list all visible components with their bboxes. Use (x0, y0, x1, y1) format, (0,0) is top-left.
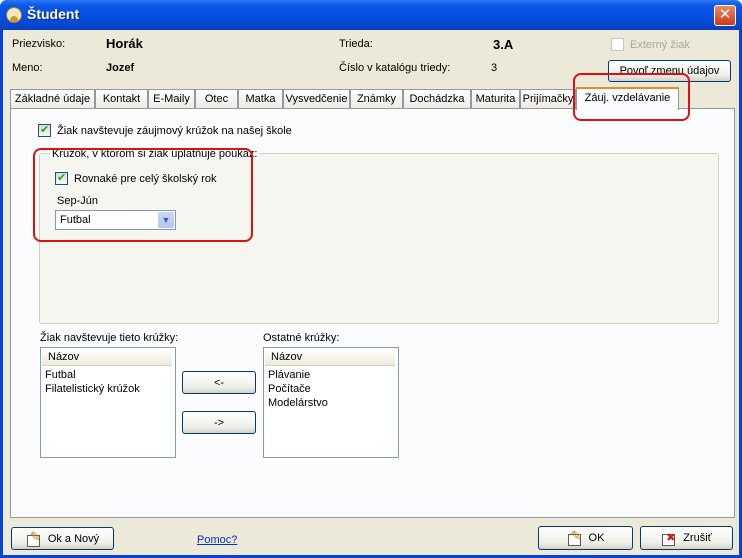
catalog-number-label: Číslo v katalógu triedy: (339, 62, 451, 74)
tab-vysvedcenie[interactable]: Vysvedčenie (283, 89, 350, 109)
tab-zaujmove-vzdelavanie[interactable]: Záuj. vzdelávanie (576, 87, 679, 110)
external-student-checkbox[interactable] (611, 38, 624, 51)
club-select[interactable]: Futbal ▼ (55, 210, 176, 230)
tab-dochadzka[interactable]: Dochádzka (403, 89, 471, 109)
club-select-value: Futbal (60, 214, 91, 226)
class-label: Trieda: (339, 38, 373, 50)
tab-matka[interactable]: Matka (238, 89, 283, 109)
other-clubs-title: Ostatné krúžky: (263, 332, 340, 344)
student-window: Študent ✕ Priezvisko: Horák Meno: Jozef … (0, 0, 742, 558)
external-student-label: Externý žiak (630, 39, 690, 51)
list-item[interactable]: Filatelistický krúžok (45, 383, 140, 395)
tab-kontakt[interactable]: Kontakt (95, 89, 148, 109)
attended-clubs-header[interactable]: Názov (42, 349, 172, 366)
name-value: Jozef (106, 62, 135, 74)
attended-clubs-list[interactable]: Názov Futbal Filatelistický krúžok (40, 347, 176, 458)
dialog-client-area: Priezvisko: Horák Meno: Jozef Trieda: 3.… (3, 30, 739, 555)
close-button[interactable]: ✕ (714, 5, 736, 26)
tab-znamky[interactable]: Známky (350, 89, 403, 109)
tab-zakladne-udaje[interactable]: Základné údaje (10, 89, 95, 109)
cancel-button[interactable]: Zrušiť (640, 526, 733, 550)
other-clubs-list[interactable]: Názov Plávanie Počítače Modelárstvo (263, 347, 399, 458)
move-left-button-label: <- (213, 376, 225, 389)
title-bar[interactable]: Študent ✕ (0, 0, 742, 30)
list-item[interactable]: Modelárstvo (268, 397, 328, 409)
tab-maturita[interactable]: Maturita (471, 89, 520, 109)
attends-club-label: Žiak navštevuje záujmový krúžok na našej… (57, 125, 292, 137)
name-label: Meno: (12, 62, 43, 74)
edit-document-icon (567, 528, 583, 546)
ok-and-new-button[interactable]: Ok a Nový (11, 527, 114, 550)
ok-button[interactable]: OK (538, 526, 633, 550)
surname-label: Priezvisko: (12, 38, 66, 50)
other-clubs-header[interactable]: Názov (265, 349, 395, 366)
move-right-button-label: -> (213, 416, 225, 429)
attends-club-checkbox[interactable] (38, 123, 51, 137)
cancel-button-label: Zrušiť (683, 532, 712, 544)
list-item[interactable]: Plávanie (268, 369, 310, 381)
list-item[interactable]: Futbal (45, 369, 76, 381)
club-voucher-group-title: Krúžok, v ktorom si žiak uplatňuje pouka… (50, 148, 260, 160)
edit-document-icon (26, 529, 42, 547)
enable-edit-button-label: Povoľ zmenu údajov (619, 65, 720, 77)
tab-prijimacky[interactable]: Prijímačky (520, 89, 576, 109)
tab-otec[interactable]: Otec (195, 89, 238, 109)
attended-clubs-title: Žiak navštevuje tieto krúžky: (40, 332, 179, 344)
list-item[interactable]: Počítače (268, 383, 311, 395)
move-left-button[interactable]: <- (182, 371, 256, 394)
ok-and-new-button-label: Ok a Nový (47, 532, 100, 545)
chevron-down-icon[interactable]: ▼ (158, 212, 174, 228)
student-app-icon (6, 7, 22, 23)
tab-e-maily[interactable]: E-Maily (148, 89, 195, 109)
catalog-number-value: 3 (491, 62, 498, 74)
same-for-year-checkbox[interactable] (55, 171, 68, 185)
same-for-year-label: Rovnaké pre celý školský rok (74, 173, 217, 185)
surname-value: Horák (106, 36, 143, 51)
enable-edit-button[interactable]: Povoľ zmenu údajov (608, 60, 731, 82)
cancel-document-icon (661, 531, 677, 546)
ok-button-label: OK (588, 532, 605, 544)
move-right-button[interactable]: -> (182, 411, 256, 434)
window-title: Študent (27, 6, 80, 22)
help-link[interactable]: Pomoc? (197, 534, 237, 546)
period-label: Sep-Jún (57, 195, 98, 207)
class-value: 3.A (493, 37, 514, 52)
